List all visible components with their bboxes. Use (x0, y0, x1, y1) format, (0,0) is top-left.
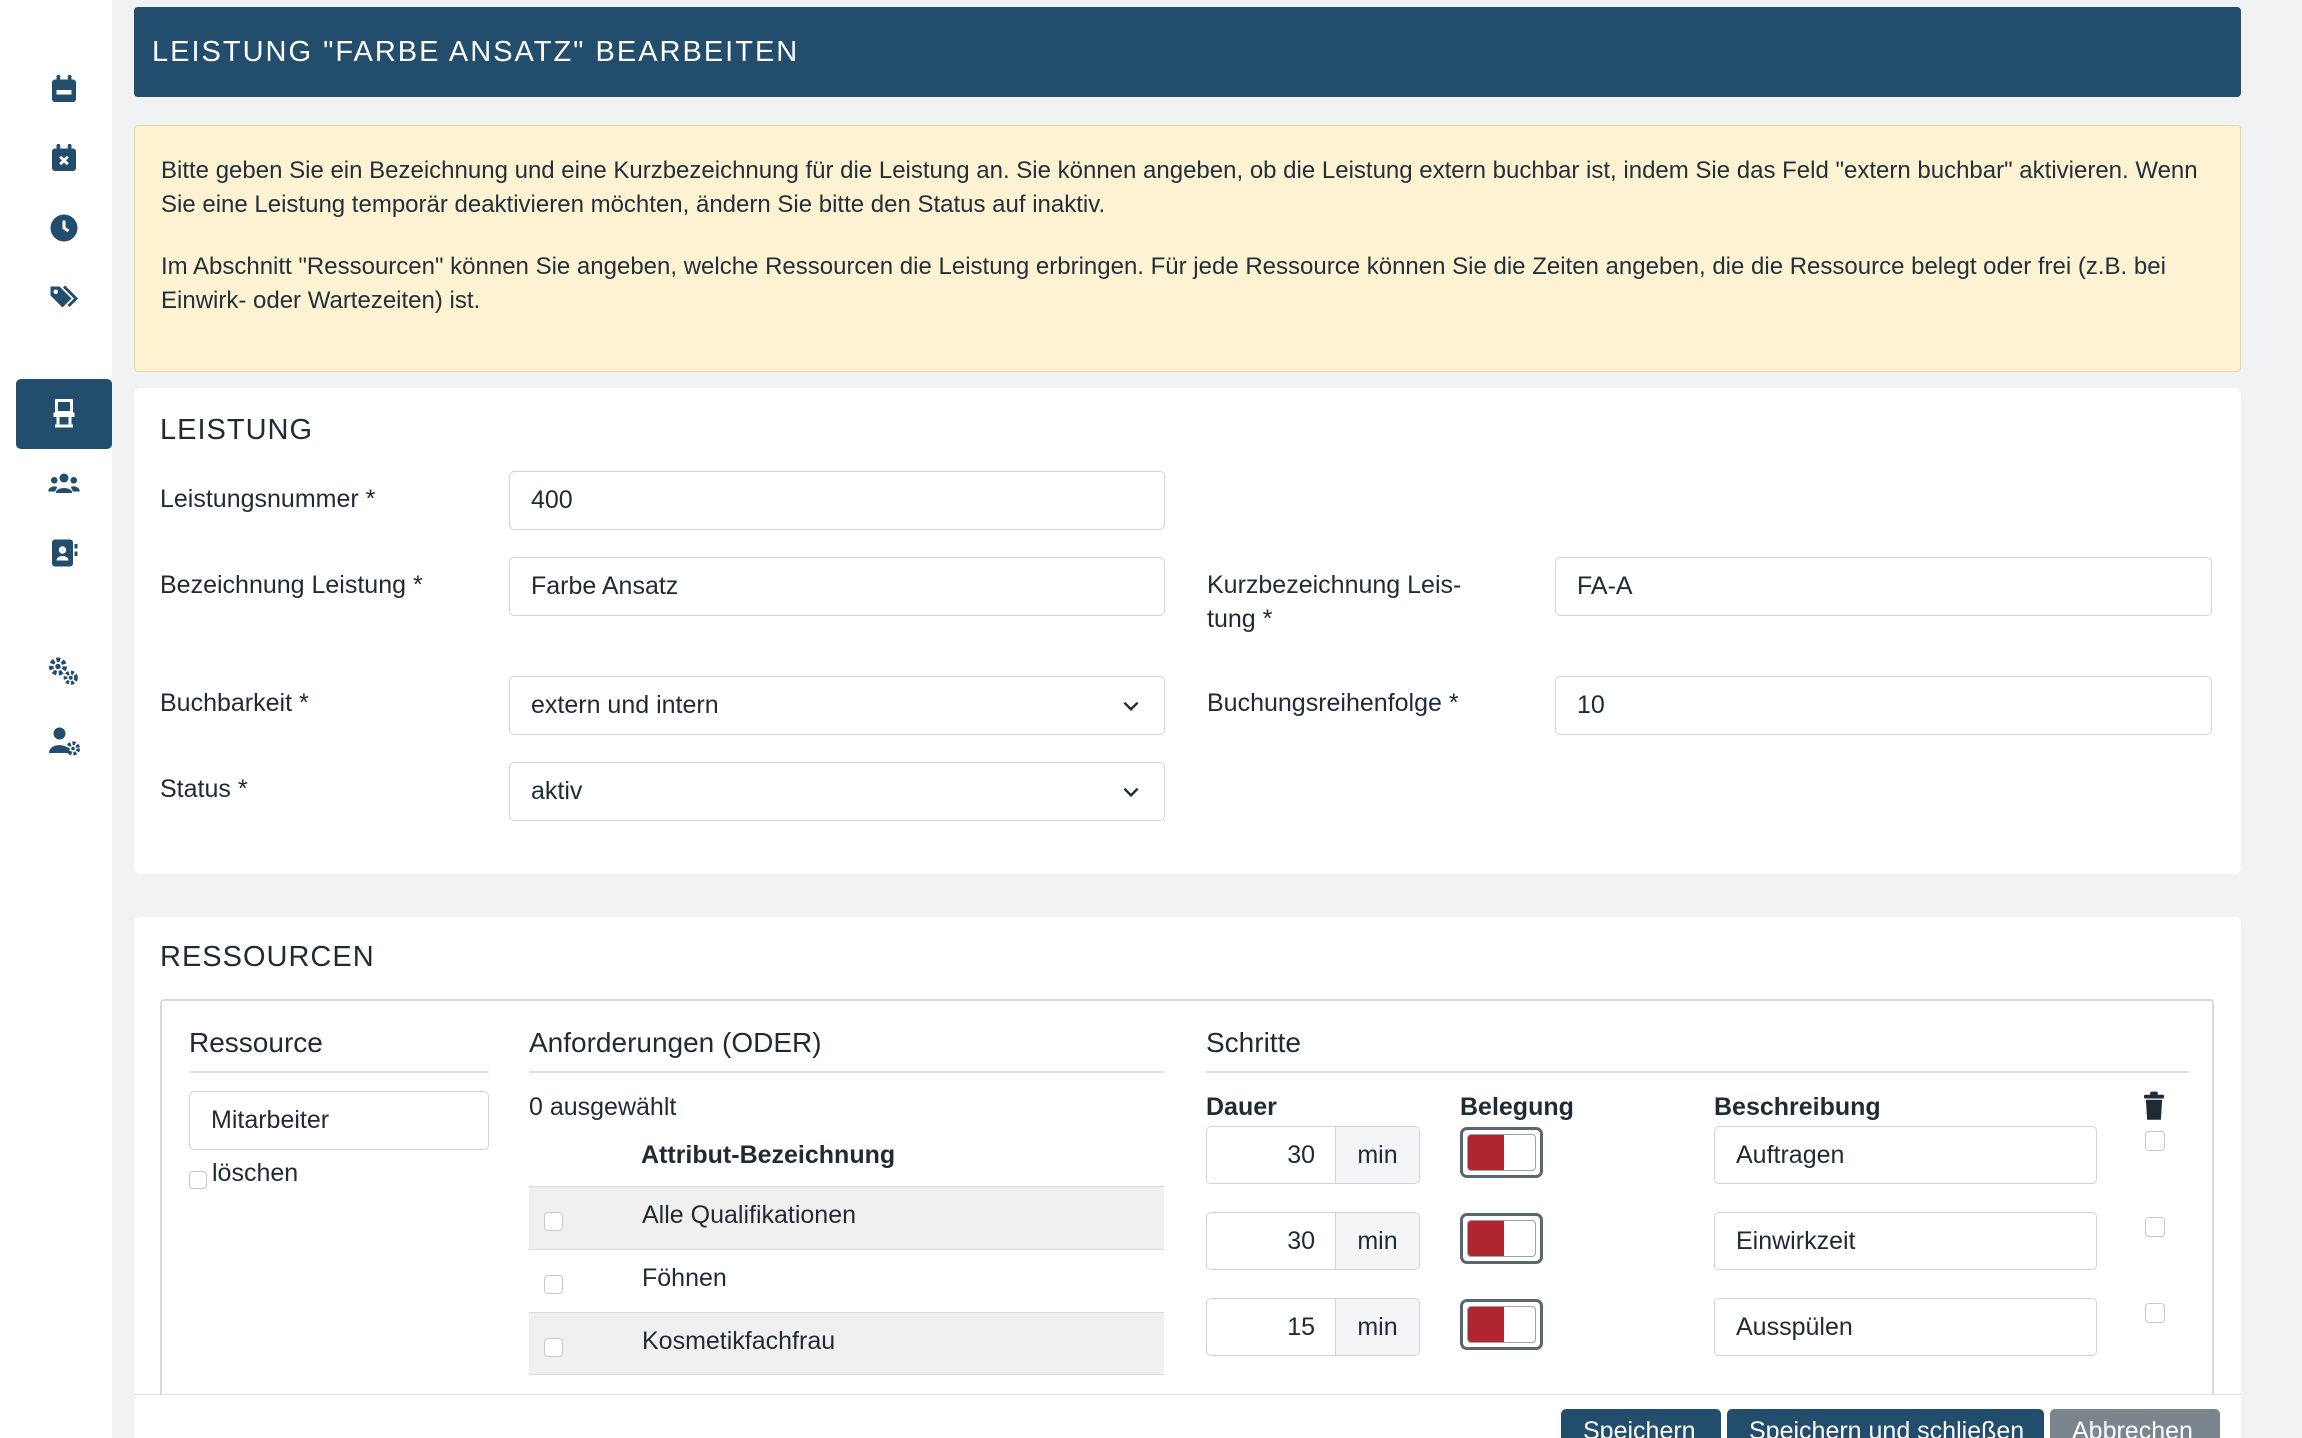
page-header: LEISTUNG "FARBE ANSATZ" BEARBEITEN (134, 7, 2241, 97)
attribute-name: Alle Qualifikationen (642, 1201, 857, 1229)
chevron-down-icon (1123, 787, 1139, 798)
step-beschreibung-value: Ausspülen (1736, 1312, 1853, 1341)
attribute-checkbox[interactable] (544, 1275, 563, 1294)
nav-settings[interactable] (16, 636, 112, 706)
attribute-row[interactable]: Föhnen (529, 1249, 1164, 1312)
kurzbezeichnung-value: FA-A (1577, 572, 1633, 600)
step-dauer-input[interactable]: 15 min (1206, 1298, 1420, 1356)
step-belegung-toggle[interactable] (1460, 1213, 1543, 1264)
cancel-button[interactable]: Abbrechen (2050, 1409, 2220, 1438)
page-title: LEISTUNG "FARBE ANSATZ" BEARBEITEN (152, 35, 800, 68)
nav-clock[interactable] (16, 193, 112, 263)
address-book-icon (52, 539, 78, 567)
status-select[interactable]: aktiv (509, 762, 1165, 821)
step-dauer-unit: min (1335, 1213, 1419, 1269)
loeschen-label: löschen (212, 1159, 299, 1187)
loeschen-checkbox[interactable] (189, 1171, 207, 1189)
kurzbezeichnung-label: Kurzbezeichnung Leis- tung * (1207, 568, 1461, 636)
chevron-down-icon (1123, 701, 1139, 712)
leistungsnummer-label: Leistungsnummer * (160, 485, 376, 513)
save-button[interactable]: Speichern (1561, 1409, 1721, 1438)
leistungsnummer-value: 400 (531, 486, 573, 514)
attribute-row[interactable]: Kosmetikfachfrau (529, 1312, 1164, 1375)
buchungsreihenfolge-input[interactable]: 10 (1555, 676, 2212, 735)
step-delete-checkbox[interactable] (2145, 1217, 2165, 1237)
nav-calendar-x[interactable] (16, 124, 112, 194)
step-belegung-toggle[interactable] (1460, 1127, 1543, 1178)
schritte-col-header: Schritte (1206, 1027, 2189, 1073)
ressourcen-card: RESSOURCEN Ressource Mitarbeiter löschen… (134, 917, 2241, 1438)
leistung-section-title: LEISTUNG (160, 414, 314, 446)
step-dauer-input[interactable]: 30 min (1206, 1126, 1420, 1184)
belegung-header: Belegung (1460, 1093, 1574, 1121)
salon-chair-icon (53, 399, 75, 428)
step-dauer-value: 30 (1287, 1140, 1315, 1169)
info-paragraph-2: Im Abschnitt "Ressourcen" können Sie ang… (161, 253, 2166, 314)
save-and-close-button[interactable]: Speichern und schließen (1727, 1409, 2044, 1438)
step-delete-checkbox[interactable] (2145, 1303, 2165, 1323)
ressource-value: Mitarbeiter (211, 1106, 330, 1134)
ressource-block: Ressource Mitarbeiter löschen Anforderun… (160, 999, 2214, 1438)
nav-tags[interactable] (16, 262, 112, 332)
attribute-name: Kosmetikfachfrau (642, 1327, 836, 1355)
ressourcen-section-title: RESSOURCEN (160, 941, 375, 973)
step-beschreibung-input[interactable]: Einwirkzeit (1714, 1212, 2097, 1270)
attribute-checkbox[interactable] (544, 1212, 563, 1231)
tags-icon (50, 285, 79, 308)
ressource-input[interactable]: Mitarbeiter (189, 1091, 489, 1150)
user-gear-icon (49, 727, 81, 756)
attribute-row[interactable]: Alle Qualifikationen (529, 1186, 1164, 1249)
nav-contacts[interactable] (16, 518, 112, 588)
step-beschreibung-value: Einwirkzeit (1736, 1226, 1856, 1255)
step-dauer-unit: min (1335, 1127, 1419, 1183)
buchungsreihenfolge-value: 10 (1577, 691, 1605, 719)
nav-calendar[interactable] (16, 55, 112, 125)
bezeichnung-label: Bezeichnung Leistung * (160, 571, 423, 599)
buchbarkeit-label: Buchbarkeit * (160, 689, 309, 717)
info-box: Bitte geben Sie ein Bezeichnung und eine… (134, 125, 2241, 372)
attribut-header: Attribut-Bezeichnung (641, 1141, 896, 1169)
bezeichnung-input[interactable]: Farbe Ansatz (509, 557, 1165, 616)
step-dauer-unit: min (1335, 1299, 1419, 1355)
step-beschreibung-input[interactable]: Ausspülen (1714, 1298, 2097, 1356)
users-icon (48, 473, 80, 493)
attribute-list: Alle Qualifikationen Föhnen Kosmetikfach… (529, 1186, 1164, 1386)
sidebar (0, 0, 112, 1438)
status-value: aktiv (531, 777, 583, 805)
nav-users[interactable] (16, 449, 112, 519)
nav-leistungen[interactable] (16, 379, 112, 449)
step-belegung-toggle[interactable] (1460, 1299, 1543, 1350)
leistung-card: LEISTUNG Leistungsnummer * 400 Bezeichnu… (134, 388, 2241, 874)
step-dauer-value: 30 (1287, 1226, 1315, 1255)
dauer-header: Dauer (1206, 1093, 1277, 1121)
calendar-x-icon (52, 144, 76, 171)
info-paragraph-1: Bitte geben Sie ein Bezeichnung und eine… (161, 157, 2198, 218)
buchungsreihenfolge-label: Buchungsreihenfolge * (1207, 689, 1459, 717)
trash-icon[interactable] (2141, 1091, 2167, 1121)
calendar-icon (52, 75, 76, 102)
clock-icon (50, 214, 78, 242)
attribute-name: Föhnen (642, 1264, 727, 1292)
kurzbezeichnung-input[interactable]: FA-A (1555, 557, 2212, 616)
step-dauer-value: 15 (1287, 1312, 1315, 1341)
bezeichnung-value: Farbe Ansatz (531, 572, 679, 600)
step-dauer-input[interactable]: 30 min (1206, 1212, 1420, 1270)
leistungsnummer-input[interactable]: 400 (509, 471, 1165, 530)
kurzbezeichnung-label-line2: tung * (1207, 605, 1273, 633)
kurzbezeichnung-label-line1: Kurzbezeichnung Leis- (1207, 571, 1462, 599)
beschreibung-header: Beschreibung (1714, 1093, 1881, 1121)
nav-user-settings[interactable] (16, 706, 112, 776)
step-beschreibung-value: Auftragen (1736, 1140, 1845, 1169)
buchbarkeit-select[interactable]: extern und intern (509, 676, 1165, 735)
gears-icon (49, 657, 78, 685)
selected-count: 0 ausgewählt (529, 1093, 677, 1121)
step-beschreibung-input[interactable]: Auftragen (1714, 1126, 2097, 1184)
ressource-col-header: Ressource (189, 1027, 489, 1073)
anforderungen-col-header: Anforderungen (ODER) (529, 1027, 1164, 1073)
buchbarkeit-value: extern und intern (531, 691, 719, 719)
attribute-checkbox[interactable] (544, 1338, 563, 1357)
step-delete-checkbox[interactable] (2145, 1131, 2165, 1151)
status-label: Status * (160, 775, 248, 803)
